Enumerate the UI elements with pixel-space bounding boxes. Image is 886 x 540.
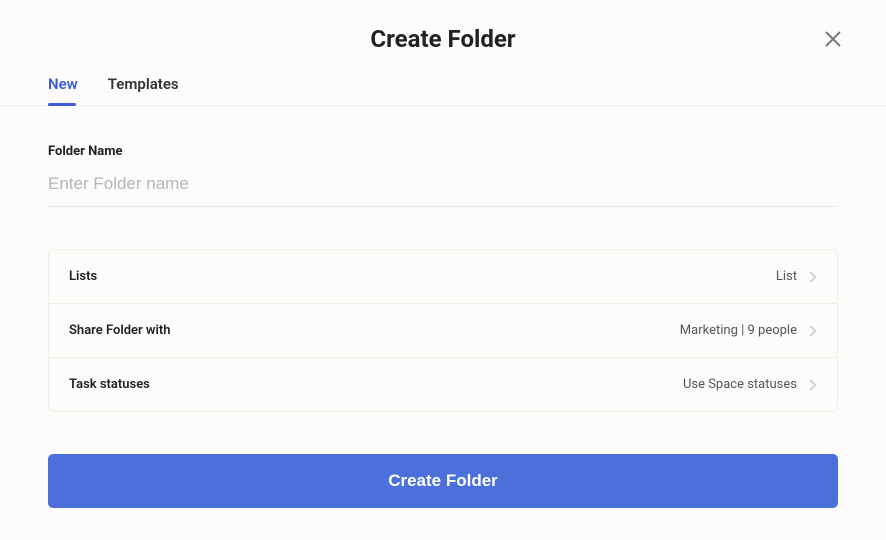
settings-row-right: List [776, 269, 817, 284]
chevron-right-icon [809, 325, 817, 337]
folder-name-input[interactable] [48, 174, 838, 207]
create-folder-button[interactable]: Create Folder [48, 454, 838, 508]
modal-header: Create Folder [0, 0, 886, 53]
settings-row-right: Marketing | 9 people [680, 323, 817, 338]
settings-row-lists[interactable]: Lists List [49, 250, 837, 304]
tabs: New Templates [0, 53, 886, 106]
settings-list: Lists List Share Folder with Marketing |… [48, 249, 838, 412]
settings-row-share[interactable]: Share Folder with Marketing | 9 people [49, 304, 837, 358]
chevron-right-icon [809, 379, 817, 391]
modal-title: Create Folder [0, 25, 886, 53]
settings-lists-value: List [776, 269, 797, 284]
settings-statuses-value: Use Space statuses [683, 377, 797, 392]
folder-name-label: Folder Name [48, 144, 838, 159]
submit-area: Create Folder [0, 412, 886, 508]
settings-statuses-label: Task statuses [69, 377, 150, 392]
tab-templates[interactable]: Templates [108, 75, 179, 105]
settings-row-statuses[interactable]: Task statuses Use Space statuses [49, 358, 837, 411]
form-content: Folder Name Lists List Share Folder with… [0, 106, 886, 412]
settings-share-label: Share Folder with [69, 323, 171, 338]
chevron-right-icon [809, 271, 817, 283]
tab-new[interactable]: New [48, 75, 78, 105]
settings-share-value: Marketing | 9 people [680, 323, 797, 338]
close-icon [822, 35, 844, 54]
settings-row-right: Use Space statuses [683, 377, 817, 392]
settings-lists-label: Lists [69, 269, 97, 284]
close-button[interactable] [822, 28, 844, 54]
